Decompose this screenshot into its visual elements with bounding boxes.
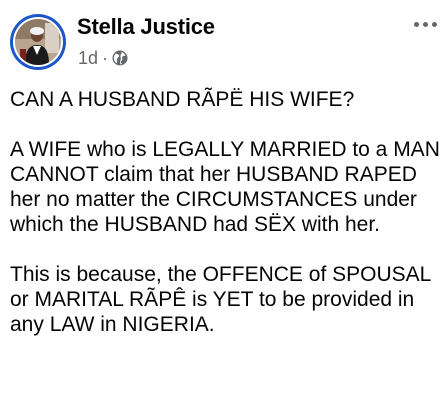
avatar-ring-inner (13, 17, 63, 67)
post-paragraph-reason: This is because, the OFFENCE of SPOUSAL … (10, 263, 431, 336)
more-options-button[interactable] (410, 14, 440, 34)
author-name[interactable]: Stella Justice (77, 14, 215, 40)
post-header: Stella Justice 1d · (0, 0, 448, 80)
meta-separator: · (102, 47, 109, 68)
more-dot-icon (413, 21, 419, 27)
author-avatar[interactable] (10, 14, 66, 70)
post-text: CAN A HUSBAND RÃPË HIS WIFE? A WIFE who … (10, 87, 442, 337)
post-timestamp[interactable]: 1d (78, 48, 98, 69)
post-paragraph-claim: A WIFE who is LEGALLY MARRIED to a MAN C… (10, 138, 440, 236)
more-dot-icon (431, 21, 437, 27)
globe-icon[interactable] (112, 50, 128, 66)
more-dot-icon (422, 21, 428, 27)
post-paragraph-question: CAN A HUSBAND RÃPË HIS WIFE? (10, 88, 355, 111)
post-meta: 1d · (78, 47, 128, 69)
profile-photo-icon (15, 19, 61, 65)
